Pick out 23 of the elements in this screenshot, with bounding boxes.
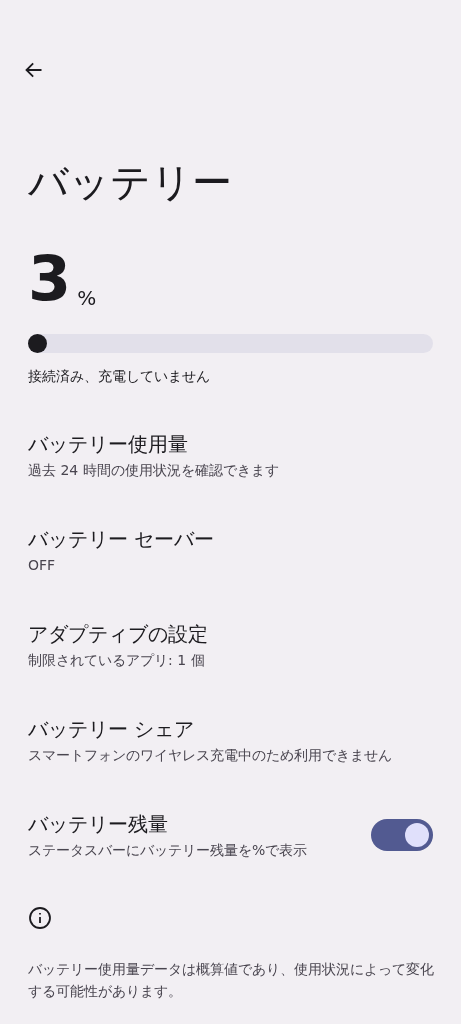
setting-row[interactable]: バッテリー シェア スマートフォンのワイヤレス充電中のため利用できません (28, 692, 433, 787)
setting-title: アダプティブの設定 (28, 620, 208, 648)
setting-title: バッテリー残量 (28, 810, 169, 838)
setting-title: バッテリー シェア (28, 715, 196, 743)
setting-title: バッテリー使用量 (28, 430, 189, 458)
usage-disclaimer: バッテリー使用量データは概算値であり、使用状況によって変化する可能性があります。 (28, 960, 435, 1001)
setting-subtitle: ステータスバーにバッテリー残量を%で表示 (28, 840, 308, 860)
setting-title: バッテリー セーバー (28, 525, 215, 553)
setting-subtitle: 制限されているアプリ: 1 個 (28, 650, 206, 670)
setting-row[interactable]: アダプティブの設定 制限されているアプリ: 1 個 (28, 597, 433, 692)
setting-row[interactable]: バッテリー使用量 過去 24 時間の使用状況を確認できます (28, 407, 433, 502)
battery-percent: 3 (28, 248, 72, 310)
percent-unit: % (77, 286, 97, 310)
back-arrow-icon (24, 60, 44, 80)
setting-subtitle: OFF (28, 555, 57, 575)
page-title: バッテリー (28, 158, 233, 207)
setting-row[interactable]: バッテリー セーバー OFF (28, 502, 433, 597)
battery-status: 接続済み、充電していません (28, 367, 211, 386)
toggle-switch[interactable] (371, 818, 433, 851)
setting-subtitle: スマートフォンのワイヤレス充電中のため利用できません (28, 745, 392, 765)
info-icon (28, 906, 52, 930)
setting-subtitle: 過去 24 時間の使用状況を確認できます (28, 460, 279, 480)
setting-row[interactable]: バッテリー残量 ステータスバーにバッテリー残量を%で表示 (28, 787, 433, 882)
